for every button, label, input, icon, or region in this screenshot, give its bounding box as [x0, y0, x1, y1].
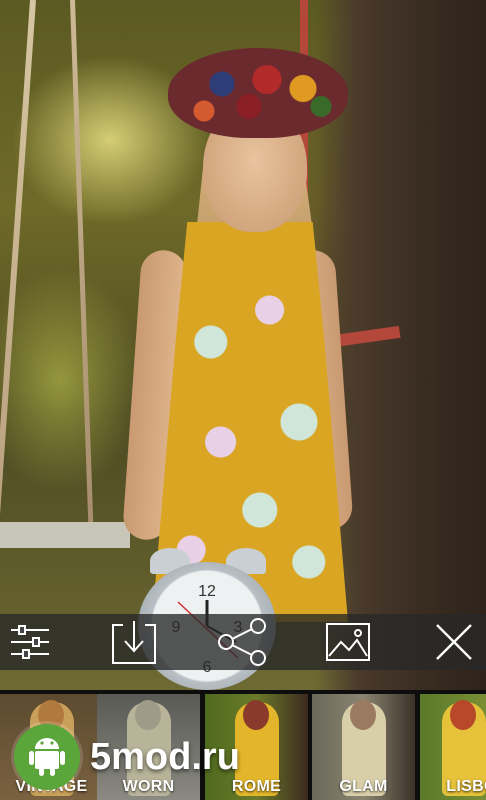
- close-button[interactable]: [424, 614, 484, 670]
- swing-seat: [0, 522, 130, 548]
- filter-strip: VINTAGE WORN ROME GLAM LISBO: [0, 690, 486, 800]
- thumbnail-head: [135, 700, 161, 730]
- adjust-button[interactable]: [0, 614, 60, 670]
- close-icon: [434, 622, 474, 662]
- filter-label: LISBO: [446, 778, 486, 795]
- filter-label: GLAM: [339, 778, 388, 795]
- sliders-icon: [9, 622, 51, 662]
- share-button[interactable]: [212, 614, 272, 670]
- filter-label: WORN: [122, 778, 175, 795]
- filter-label: VINTAGE: [15, 778, 88, 795]
- flower-crown: [168, 48, 348, 138]
- download-icon: [109, 619, 159, 665]
- swing-rope: [70, 0, 94, 540]
- filter-lisbo[interactable]: LISBO: [420, 694, 486, 800]
- editor-toolbar: [0, 614, 486, 670]
- gallery-button[interactable]: [318, 614, 378, 670]
- thumbnail-head: [38, 700, 64, 730]
- filter-worn[interactable]: WORN: [97, 694, 200, 800]
- share-icon: [216, 618, 268, 666]
- filter-label: ROME: [231, 778, 282, 795]
- save-button[interactable]: [104, 614, 164, 670]
- filter-vintage[interactable]: VINTAGE: [0, 694, 103, 800]
- svg-text:12: 12: [198, 583, 216, 600]
- image-icon: [325, 622, 371, 662]
- thumbnail-head: [450, 700, 476, 730]
- swing-rope: [0, 0, 36, 559]
- thumbnail-head: [350, 700, 376, 730]
- thumbnail-head: [243, 700, 269, 730]
- filter-glam[interactable]: GLAM: [312, 694, 415, 800]
- filter-rome[interactable]: ROME: [205, 694, 308, 800]
- photo-preview: 12 3 6 9: [0, 0, 486, 690]
